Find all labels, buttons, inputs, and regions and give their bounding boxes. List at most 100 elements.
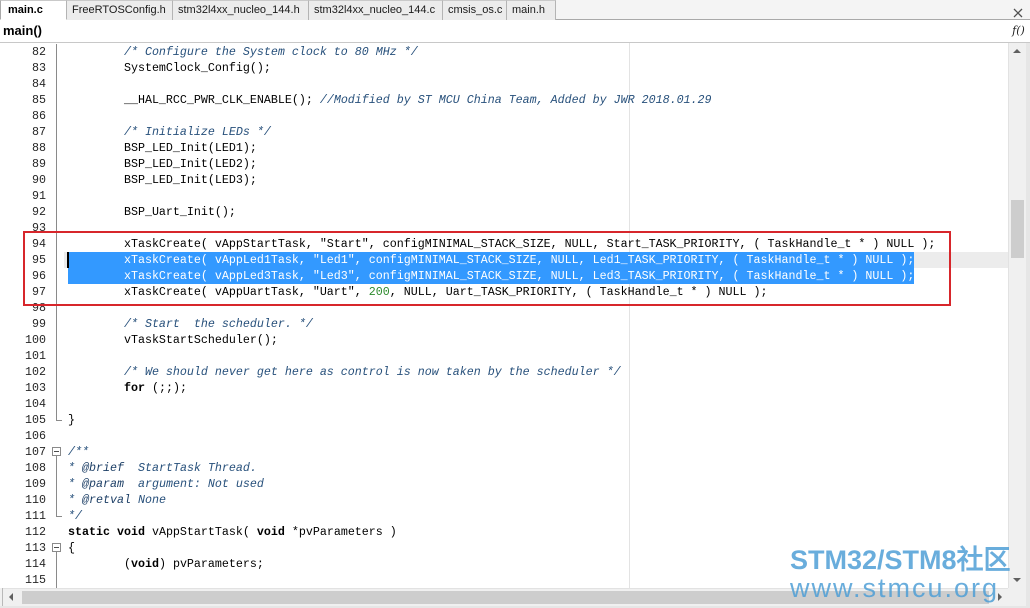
code-editor[interactable]: 82 /* Configure the System clock to 80 M…: [0, 43, 1008, 588]
scroll-down-arrow-icon[interactable]: [1013, 578, 1021, 582]
fold-line-icon: [51, 284, 63, 300]
code-line[interactable]: 96 xTaskCreate( vAppLed3Task, "Led3", co…: [0, 268, 1008, 284]
code-line[interactable]: 102 /* We should never get here as contr…: [0, 364, 1008, 380]
code-text[interactable]: BSP_LED_Init(LED1);: [68, 140, 257, 156]
code-token-plain: , NULL, Uart_TASK_PRIORITY, ( TaskHandle…: [389, 285, 768, 299]
fold-line-icon: [51, 348, 63, 364]
tab-stm32l4xx-nucleo-144-c[interactable]: stm32l4xx_nucleo_144.c: [309, 0, 443, 20]
fold-line-icon: [51, 76, 63, 92]
code-text[interactable]: for (;;);: [68, 380, 187, 396]
scroll-left-arrow-icon[interactable]: [9, 593, 13, 601]
line-number: 108: [25, 461, 46, 475]
scroll-right-arrow-icon[interactable]: [998, 593, 1002, 601]
code-token-plain: BSP_LED_Init(LED3);: [68, 173, 257, 187]
fold-line-icon: [51, 124, 63, 140]
code-line[interactable]: 83 SystemClock_Config();: [0, 60, 1008, 76]
code-text[interactable]: xTaskCreate( vAppStartTask, "Start", con…: [68, 236, 935, 252]
tab-cmsis-os-c[interactable]: cmsis_os.c: [443, 0, 507, 20]
line-number: 110: [25, 493, 46, 507]
tab-main-c[interactable]: main.c: [0, 0, 67, 20]
code-line[interactable]: 101: [0, 348, 1008, 364]
line-number: 97: [32, 285, 46, 299]
line-number: 112: [25, 525, 46, 539]
code-line[interactable]: 115: [0, 572, 1008, 588]
code-line[interactable]: 89 BSP_LED_Init(LED2);: [0, 156, 1008, 172]
code-line[interactable]: 91: [0, 188, 1008, 204]
fold-collapse-icon[interactable]: [51, 540, 63, 556]
code-line[interactable]: 94 xTaskCreate( vAppStartTask, "Start", …: [0, 236, 1008, 252]
code-text[interactable]: * @param argument: Not used: [68, 476, 264, 492]
code-line[interactable]: 93: [0, 220, 1008, 236]
code-line[interactable]: 84: [0, 76, 1008, 92]
code-text[interactable]: BSP_LED_Init(LED2);: [68, 156, 257, 172]
code-text[interactable]: xTaskCreate( vAppUartTask, "Uart", 200, …: [68, 284, 768, 300]
scrollbar-corner: [1008, 588, 1026, 606]
code-text[interactable]: * @retval None: [68, 492, 166, 508]
code-line[interactable]: 111 */: [0, 508, 1008, 524]
code-text[interactable]: */: [68, 508, 82, 524]
code-line[interactable]: 87 /* Initialize LEDs */: [0, 124, 1008, 140]
code-line[interactable]: 113 {: [0, 540, 1008, 556]
code-token-number: 200: [368, 285, 390, 299]
code-line[interactable]: 106: [0, 428, 1008, 444]
line-number: 109: [25, 477, 46, 491]
code-text[interactable]: __HAL_RCC_PWR_CLK_ENABLE(); //Modified b…: [68, 92, 712, 108]
close-icon[interactable]: [1013, 5, 1023, 18]
code-text[interactable]: * @brief StartTask Thread.: [68, 460, 257, 476]
code-line[interactable]: 90 BSP_LED_Init(LED3);: [0, 172, 1008, 188]
code-line[interactable]: 109 * @param argument: Not used: [0, 476, 1008, 492]
code-line[interactable]: 97 xTaskCreate( vAppUartTask, "Uart", 20…: [0, 284, 1008, 300]
code-line[interactable]: 103 for (;;);: [0, 380, 1008, 396]
code-line[interactable]: 88 BSP_LED_Init(LED1);: [0, 140, 1008, 156]
function-list-icon[interactable]: f(): [1009, 22, 1028, 39]
code-line[interactable]: 85 __HAL_RCC_PWR_CLK_ENABLE(); //Modifie…: [0, 92, 1008, 108]
vertical-scrollbar[interactable]: [1008, 43, 1026, 588]
code-text[interactable]: /* Configure the System clock to 80 MHz …: [68, 44, 418, 60]
code-text[interactable]: BSP_LED_Init(LED3);: [68, 172, 257, 188]
code-line[interactable]: 104: [0, 396, 1008, 412]
code-text[interactable]: static void vAppStartTask( void *pvParam…: [68, 524, 397, 540]
line-number: 101: [25, 349, 46, 363]
code-text[interactable]: (void) pvParameters;: [68, 556, 264, 572]
code-token-doctag: @retval: [82, 493, 131, 507]
code-line[interactable]: 107 /**: [0, 444, 1008, 460]
code-line[interactable]: 114 (void) pvParameters;: [0, 556, 1008, 572]
fold-line-icon: [51, 364, 63, 380]
horizontal-scroll-thumb[interactable]: [22, 591, 989, 604]
code-line[interactable]: 82 /* Configure the System clock to 80 M…: [0, 44, 1008, 60]
code-lines[interactable]: 82 /* Configure the System clock to 80 M…: [0, 44, 1008, 588]
code-text[interactable]: BSP_Uart_Init();: [68, 204, 236, 220]
code-text[interactable]: /* Start the scheduler. */: [68, 316, 313, 332]
code-line[interactable]: 112 static void vAppStartTask( void *pvPa…: [0, 524, 1008, 540]
tab-label: stm32l4xx_nucleo_144.h: [178, 4, 300, 16]
code-text[interactable]: SystemClock_Config();: [68, 60, 271, 76]
tab-freertosconfig-h[interactable]: FreeRTOSConfig.h: [67, 0, 173, 20]
code-line[interactable]: 92 BSP_Uart_Init();: [0, 204, 1008, 220]
vertical-scroll-thumb[interactable]: [1011, 200, 1024, 258]
code-token-keyword: void: [130, 557, 159, 571]
code-line[interactable]: 95 xTaskCreate( vAppLed1Task, "Led1", co…: [0, 252, 1008, 268]
code-token-plain: {: [68, 541, 75, 555]
code-text[interactable]: }: [68, 412, 75, 428]
code-line[interactable]: 86: [0, 108, 1008, 124]
fold-collapse-icon[interactable]: [51, 444, 63, 460]
tab-stm32l4xx-nucleo-144-h[interactable]: stm32l4xx_nucleo_144.h: [173, 0, 309, 20]
code-line[interactable]: 110 * @retval None: [0, 492, 1008, 508]
code-text[interactable]: vTaskStartScheduler();: [68, 332, 278, 348]
code-text[interactable]: /* Initialize LEDs */: [68, 124, 271, 140]
code-line[interactable]: 99 /* Start the scheduler. */: [0, 316, 1008, 332]
horizontal-scrollbar[interactable]: [3, 588, 1008, 606]
code-text[interactable]: {: [68, 540, 75, 556]
line-number: 87: [32, 125, 46, 139]
code-text[interactable]: /* We should never get here as control i…: [68, 364, 621, 380]
code-line[interactable]: 108 * @brief StartTask Thread.: [0, 460, 1008, 476]
code-line[interactable]: 105}: [0, 412, 1008, 428]
code-line[interactable]: 100 vTaskStartScheduler();: [0, 332, 1008, 348]
scroll-up-arrow-icon[interactable]: [1013, 49, 1021, 53]
fold-line-icon: [51, 268, 63, 284]
code-text[interactable]: /**: [68, 444, 89, 460]
code-text[interactable]: xTaskCreate( vAppLed1Task, "Led1", confi…: [68, 252, 915, 268]
tab-main-h[interactable]: main.h: [507, 0, 556, 20]
code-line[interactable]: 98: [0, 300, 1008, 316]
code-text[interactable]: xTaskCreate( vAppLed3Task, "Led3", confi…: [68, 268, 915, 284]
